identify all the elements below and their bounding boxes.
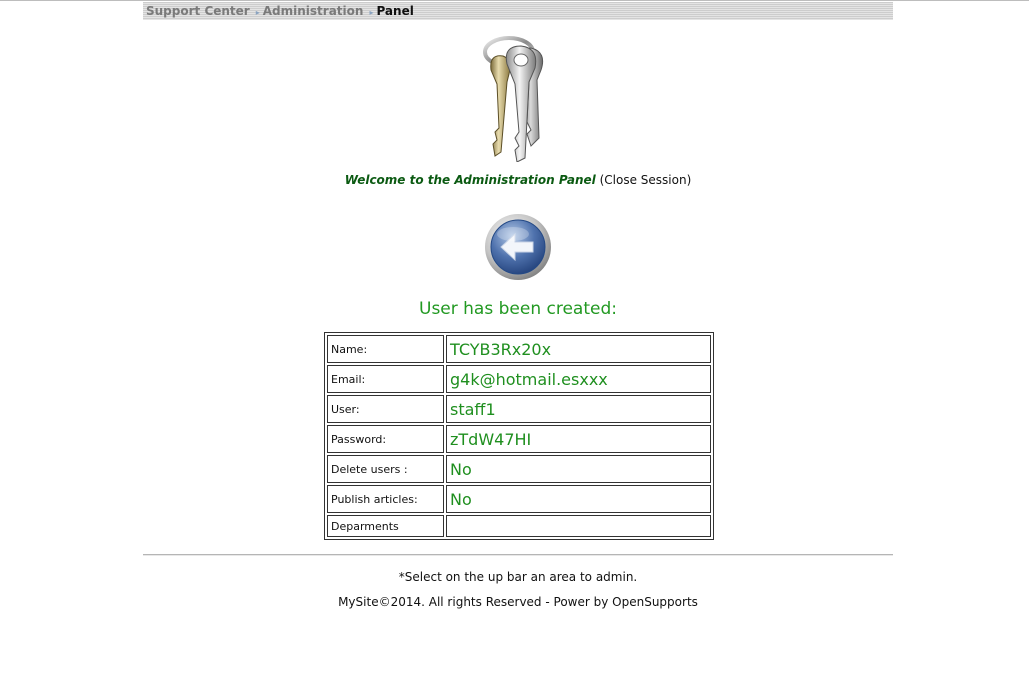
welcome-message: Welcome to the Administration Panel (Clo…: [143, 173, 893, 187]
breadcrumb-administration[interactable]: Administration: [263, 4, 364, 18]
departments-value: [446, 515, 711, 537]
close-session-link[interactable]: (Close Session): [600, 173, 692, 187]
copyright-text: MySite©2014. All rights Reserved - Power…: [338, 595, 609, 609]
publish-articles-label: Publish articles:: [327, 485, 444, 513]
copyright-footer: MySite©2014. All rights Reserved - Power…: [143, 595, 893, 609]
table-row: Password: zTdW47HI: [327, 425, 711, 453]
departments-label: Deparments: [327, 515, 444, 537]
top-border: [0, 0, 1029, 1]
footer-divider: [143, 554, 893, 556]
password-label: Password:: [327, 425, 444, 453]
breadcrumb-separator-icon: ▸: [255, 7, 260, 17]
user-value: staff1: [446, 395, 711, 423]
delete-users-label: Delete users :: [327, 455, 444, 483]
table-row: Deparments: [327, 515, 711, 537]
delete-users-value: No: [446, 455, 711, 483]
password-value: zTdW47HI: [446, 425, 711, 453]
back-arrow-icon[interactable]: [483, 212, 553, 282]
table-row: Delete users : No: [327, 455, 711, 483]
page-container: Support Center ▸ Administration ▸ Panel: [143, 2, 893, 609]
name-value: TCYB3Rx20x: [446, 335, 711, 363]
breadcrumb: Support Center ▸ Administration ▸ Panel: [143, 2, 893, 20]
welcome-text: Welcome to the Administration Panel: [344, 173, 596, 187]
user-info-table: Name: TCYB3Rx20x Email: g4k@hotmail.esxx…: [324, 332, 714, 540]
admin-note: *Select on the up bar an area to admin.: [398, 570, 638, 584]
publish-articles-value: No: [446, 485, 711, 513]
table-row: User: staff1: [327, 395, 711, 423]
user-label: User:: [327, 395, 444, 423]
table-row: Publish articles: No: [327, 485, 711, 513]
email-label: Email:: [327, 365, 444, 393]
table-row: Name: TCYB3Rx20x: [327, 335, 711, 363]
user-created-message: User has been created:: [419, 299, 617, 319]
breadcrumb-support-center[interactable]: Support Center: [146, 4, 250, 18]
name-label: Name:: [327, 335, 444, 363]
table-row: Email: g4k@hotmail.esxxx: [327, 365, 711, 393]
opensupports-link[interactable]: OpenSupports: [612, 595, 698, 609]
email-value: g4k@hotmail.esxxx: [446, 365, 711, 393]
breadcrumb-current-panel: Panel: [376, 4, 414, 18]
breadcrumb-separator-icon: ▸: [369, 7, 374, 17]
keys-icon: [483, 36, 544, 162]
